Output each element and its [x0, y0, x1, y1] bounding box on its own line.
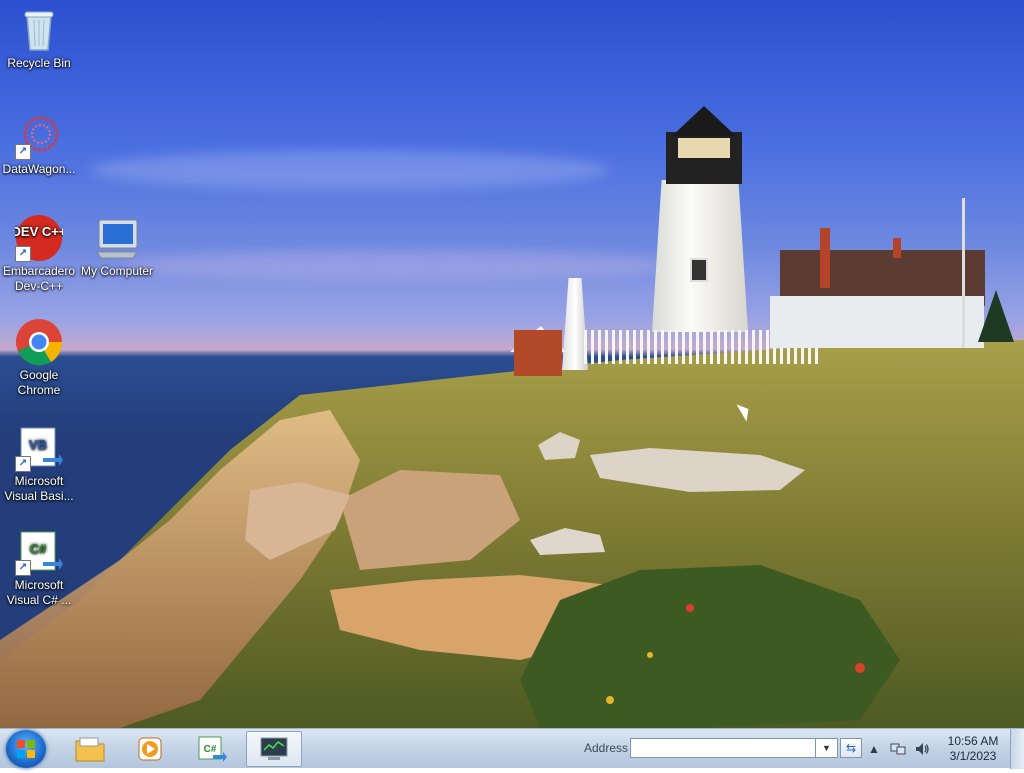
taskbar-file-explorer[interactable]: [62, 731, 118, 767]
shortcut-arrow-icon: ↗: [15, 560, 31, 576]
address-input[interactable]: [630, 738, 816, 758]
visual-csharp-icon: C# ↗: [15, 528, 63, 576]
address-label: Address: [584, 741, 629, 755]
desktop-icon-devcpp[interactable]: DEV C++ ↗ Embarcadero Dev-C++: [0, 214, 78, 294]
windows-start-icon: [17, 740, 35, 758]
desktop[interactable]: Recycle Bin ↗ DataWagon... DEV C++ ↗ Emb…: [0, 0, 1024, 728]
refresh-arrows-icon: ⇆: [845, 741, 857, 755]
wallpaper-lighthouse: [652, 180, 748, 332]
chrome-icon: [15, 318, 63, 366]
visual-csharp-badge: C#: [30, 541, 47, 556]
shortcut-arrow-icon: ↗: [15, 144, 31, 160]
devcpp-icon: DEV C++ ↗: [12, 214, 67, 262]
shortcut-arrow-icon: ↗: [15, 456, 31, 472]
clock-time: 10:56 AM: [947, 734, 999, 748]
start-button[interactable]: [6, 730, 46, 768]
network-icon[interactable]: [890, 741, 906, 757]
taskbar-media-player[interactable]: [122, 731, 178, 767]
desktop-icon-visual-csharp[interactable]: C# ↗ Microsoft Visual C# ...: [0, 528, 78, 608]
volume-icon[interactable]: [914, 741, 930, 757]
wallpaper-house: [770, 296, 984, 348]
address-go-button[interactable]: ⇆: [840, 738, 862, 758]
media-player-icon: [138, 737, 162, 761]
desktop-icon-chrome[interactable]: Google Chrome: [0, 318, 78, 398]
address-dropdown-button[interactable]: ▼: [816, 738, 838, 758]
clock-date: 3/1/2023: [949, 749, 997, 763]
my-computer-icon: [93, 214, 141, 262]
taskbar-task-manager[interactable]: [246, 731, 302, 767]
show-hidden-icon[interactable]: ▲: [866, 741, 882, 757]
datawagon-icon: ↗: [15, 112, 63, 160]
taskbar-visual-csharp[interactable]: C#: [184, 731, 240, 767]
visual-csharp-icon: C#: [198, 736, 227, 762]
taskbar-csharp-badge: C#: [204, 744, 217, 755]
show-desktop-button[interactable]: [1010, 729, 1024, 769]
folder-icon: [75, 737, 105, 762]
shortcut-arrow-icon: ↗: [15, 246, 31, 262]
recycle-bin-icon: [15, 6, 63, 54]
wallpaper-landscape: [0, 340, 1024, 728]
monitor-icon: [260, 737, 288, 760]
devcpp-badge: DEV C++: [15, 224, 63, 239]
desktop-icon-datawagon[interactable]: ↗ DataWagon...: [0, 112, 78, 177]
visual-basic-icon: VB ↗: [15, 424, 63, 472]
desktop-icon-my-computer[interactable]: My Computer: [78, 214, 156, 279]
desktop-icon-visual-basic[interactable]: VB ↗ Microsoft Visual Basi...: [0, 424, 78, 504]
visual-basic-badge: VB: [29, 437, 47, 452]
desktop-icon-recycle-bin[interactable]: Recycle Bin: [0, 6, 78, 71]
taskbar: C# Address ▼ ⇆ ▲ 10:56 AM 3/1/2023: [0, 728, 1024, 769]
chevron-down-icon: ▼: [822, 743, 831, 753]
system-clock[interactable]: 10:56 AM 3/1/2023: [938, 734, 1008, 764]
